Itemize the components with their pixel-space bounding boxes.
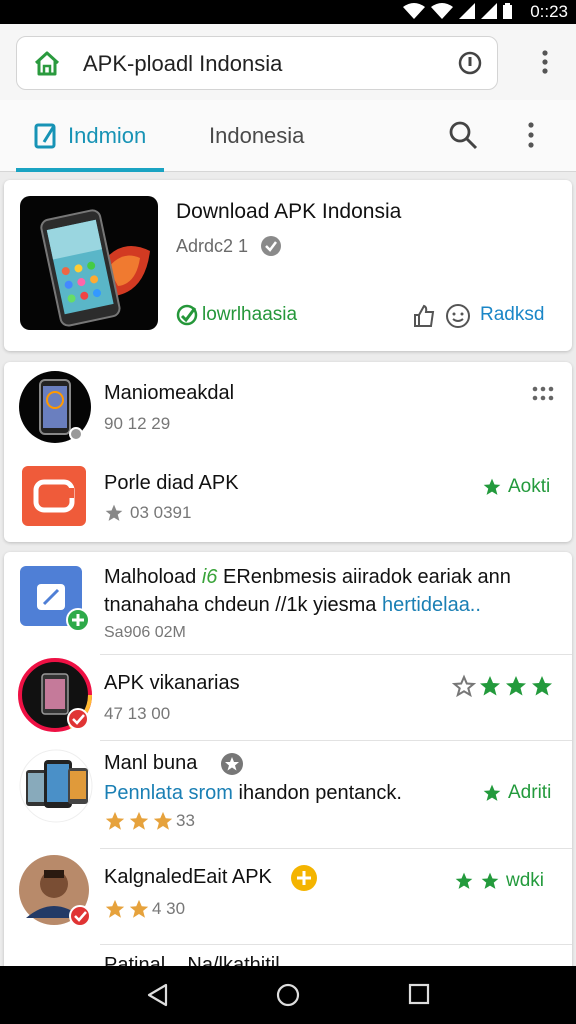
browser-menu-icon[interactable]: [542, 50, 548, 74]
system-nav-bar: [0, 966, 576, 1024]
divider: [100, 944, 572, 945]
home-button-icon[interactable]: [276, 983, 300, 1007]
app-meta: 90 12 29: [104, 414, 171, 433]
rating-value: 4 30: [152, 899, 186, 918]
download-button[interactable]: lowrlhaasia: [176, 304, 297, 326]
app-list-card: Malhoload i6 ERenbmesis aiiradok eariak …: [4, 552, 572, 992]
app-title: KalgnaledEait APK: [104, 866, 272, 888]
grid-menu-icon[interactable]: [532, 386, 554, 402]
wifi-icon: [403, 3, 425, 19]
action-label: Aokti: [508, 476, 551, 497]
featured-card[interactable]: Download APK Indonsia Adrdc2 1 lowrlhaas…: [4, 180, 572, 351]
verified-icon: [261, 236, 281, 256]
star-icon: [153, 811, 173, 830]
app-title-highlight: i6: [201, 566, 218, 588]
divider: [100, 740, 572, 741]
app-icon-avatar: [19, 855, 91, 927]
tab-count-icon[interactable]: [457, 50, 483, 76]
star-icon: [129, 899, 149, 918]
rating: [452, 674, 554, 698]
app-title: Patinal... Na/lkathitil...: [104, 954, 297, 966]
star-icon: [483, 784, 501, 801]
action-label: wdki: [506, 870, 545, 891]
star-icon: [455, 872, 473, 889]
download-label: lowrlhaasia: [202, 304, 298, 325]
star-icon: [481, 872, 499, 889]
edit-icon: [34, 123, 56, 149]
smile-icon[interactable]: [445, 303, 471, 329]
app-meta: 03 0391: [130, 503, 192, 522]
app-title: Malhoload: [104, 566, 197, 588]
action-button[interactable]: wdki: [454, 870, 544, 892]
app-icon-devices: [19, 749, 93, 823]
wifi-icon-2: [431, 3, 453, 19]
app-title-line: Malhoload i6 ERenbmesis aiiradok eariak …: [104, 566, 511, 589]
rating-value: 33: [176, 811, 195, 830]
tab-label: Indmion: [68, 123, 147, 148]
search-icon[interactable]: [448, 120, 478, 150]
tab-indmion[interactable]: Indmion: [16, 100, 164, 172]
rating: 33: [104, 810, 195, 832]
star-outline-icon: [452, 674, 476, 698]
star-icon: [483, 478, 501, 495]
battery-icon: [503, 3, 512, 19]
more-icon[interactable]: [528, 122, 534, 148]
app-title-rest: ERenbmesis aiiradok eariak ann: [217, 566, 511, 588]
star-icon: [105, 811, 125, 830]
download-check-icon: [176, 304, 198, 326]
divider: [100, 654, 572, 655]
home-icon[interactable]: [33, 50, 61, 76]
app-desc-line: tnanahaha chdeun //1k yiesma hertidelaa.…: [104, 594, 481, 617]
star-icon: [532, 676, 552, 696]
rating: 03 0391: [104, 503, 191, 523]
app-title: APK vikanarias: [104, 672, 240, 694]
featured-subtitle: Adrdc2 1: [176, 236, 249, 256]
app-meta: Sa906 02M: [104, 624, 186, 641]
star-icon: [105, 504, 123, 521]
url-field[interactable]: APK-ploadl Indonsia: [16, 36, 498, 90]
thumbs-up-icon[interactable]: [412, 304, 436, 328]
featured-title: Download APK Indonsia: [176, 200, 402, 223]
recents-icon[interactable]: [408, 983, 430, 1005]
featured-image: [20, 196, 158, 330]
status-time: 0::23: [530, 2, 568, 21]
app-title: Maniomeakdal: [104, 382, 235, 404]
list-item[interactable]: Patinal... Na/lkathitil...: [4, 948, 572, 966]
app-list-card: Maniomeakdal 90 12 29 Porle diad APK 03 …: [4, 362, 572, 542]
star-icon: [105, 899, 125, 918]
app-desc-link[interactable]: hertidelaa..: [382, 594, 481, 616]
back-icon[interactable]: [146, 983, 168, 1007]
signal-icon: [459, 3, 475, 19]
app-icon-phone: [19, 371, 91, 443]
app-title: Manl buna: [104, 752, 198, 774]
app-desc-link[interactable]: Pennlata srom: [104, 782, 239, 804]
url-text[interactable]: APK-ploadl Indonsia: [83, 51, 282, 77]
phone-illustration: [40, 209, 150, 327]
add-badge-icon[interactable]: [290, 864, 318, 892]
action-label: Adriti: [508, 782, 552, 803]
action-button[interactable]: Aokti: [482, 476, 550, 498]
rating: 4 30: [104, 898, 185, 920]
read-more-link[interactable]: Radksd: [480, 304, 544, 326]
badge-icon: [221, 753, 243, 775]
divider: [100, 848, 572, 849]
app-desc-line: Pennlata srom ihandon pentanck.: [104, 782, 402, 805]
action-button[interactable]: Adriti: [482, 782, 551, 804]
tab-indonesia[interactable]: Indonesia: [209, 123, 304, 149]
status-icons: [403, 3, 512, 19]
app-icon-gallery: [18, 658, 92, 732]
app-title: Porle diad APK: [104, 472, 239, 494]
tab-bar: Indmion Indonesia: [0, 100, 576, 172]
star-icon: [506, 676, 526, 696]
app-desc: tnanahaha chdeun //1k yiesma: [104, 594, 382, 616]
status-bar: 0::23: [0, 0, 576, 24]
app-icon-orange: [22, 466, 86, 526]
app-icon-compass: [20, 566, 90, 632]
browser-toolbar: APK-ploadl Indonsia: [0, 24, 576, 100]
star-icon: [480, 676, 500, 696]
app-meta: 47 13 00: [104, 704, 171, 723]
signal-icon-2: [481, 3, 497, 19]
app-desc: ihandon pentanck.: [238, 782, 402, 804]
star-icon: [129, 811, 149, 830]
